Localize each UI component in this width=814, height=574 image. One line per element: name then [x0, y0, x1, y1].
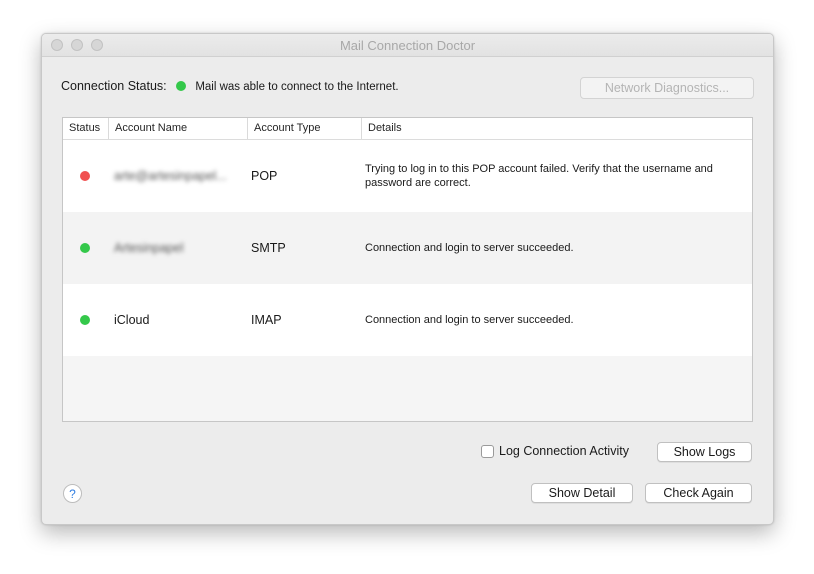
show-logs-button[interactable]: Show Logs	[657, 442, 752, 462]
connection-status-indicator	[175, 81, 186, 91]
table-row[interactable]: Artesinpapel SMTP Connection and login t…	[63, 212, 752, 284]
account-name: iCloud	[114, 313, 150, 327]
connection-status: Connection Status: Mail was able to conn…	[61, 79, 399, 93]
status-cell	[80, 284, 100, 356]
details-cell: Connection and login to server succeeded…	[365, 284, 750, 356]
connection-status-message: Mail was able to connect to the Internet…	[195, 81, 399, 93]
show-detail-button[interactable]: Show Detail	[531, 483, 633, 503]
details-cell: Trying to log in to this POP account fai…	[365, 140, 750, 212]
status-red-dot-icon	[80, 171, 90, 181]
account-name-cell: Artesinpapel	[114, 212, 244, 284]
log-connection-activity-checkbox[interactable]	[481, 444, 494, 458]
account-details: Trying to log in to this POP account fai…	[365, 163, 713, 189]
column-header-details[interactable]: Details	[361, 118, 752, 139]
details-cell: Connection and login to server succeeded…	[365, 212, 750, 284]
account-type-cell: IMAP	[251, 284, 351, 356]
account-type: SMTP	[251, 241, 286, 255]
account-name-cell: arte@artesinpapel...	[114, 140, 244, 212]
status-green-dot-icon	[80, 243, 90, 253]
account-name: Artesinpapel	[114, 241, 184, 255]
mail-connection-doctor-window: Mail Connection Doctor Connection Status…	[41, 33, 774, 525]
column-header-status[interactable]: Status	[63, 118, 108, 139]
account-type: IMAP	[251, 313, 282, 327]
table-header: Status Account Name Account Type Details	[63, 118, 752, 140]
column-header-account-type[interactable]: Account Type	[247, 118, 361, 139]
log-connection-activity-label[interactable]: Log Connection Activity	[499, 444, 629, 458]
account-name-cell: iCloud	[114, 284, 244, 356]
account-type: POP	[251, 169, 278, 183]
table-row[interactable]: arte@artesinpapel... POP Trying to log i…	[63, 140, 752, 212]
connection-status-label: Connection Status:	[61, 79, 167, 93]
status-cell	[80, 140, 100, 212]
log-connection-activity-option[interactable]: Log Connection Activity	[481, 444, 629, 458]
account-details: Connection and login to server succeeded…	[365, 314, 574, 326]
status-cell	[80, 212, 100, 284]
title-bar[interactable]: Mail Connection Doctor	[42, 34, 773, 57]
accounts-table: Status Account Name Account Type Details…	[62, 117, 753, 422]
account-name: arte@artesinpapel...	[114, 169, 227, 183]
column-header-account-name[interactable]: Account Name	[108, 118, 247, 139]
network-diagnostics-button[interactable]: Network Diagnostics...	[580, 77, 754, 99]
account-type-cell: POP	[251, 140, 351, 212]
status-green-dot-icon	[80, 315, 90, 325]
help-icon[interactable]: ?	[63, 484, 82, 503]
account-details: Connection and login to server succeeded…	[365, 242, 574, 254]
check-again-button[interactable]: Check Again	[645, 483, 752, 503]
table-row[interactable]: iCloud IMAP Connection and login to serv…	[63, 284, 752, 356]
window-title: Mail Connection Doctor	[339, 38, 476, 53]
account-type-cell: SMTP	[251, 212, 351, 284]
